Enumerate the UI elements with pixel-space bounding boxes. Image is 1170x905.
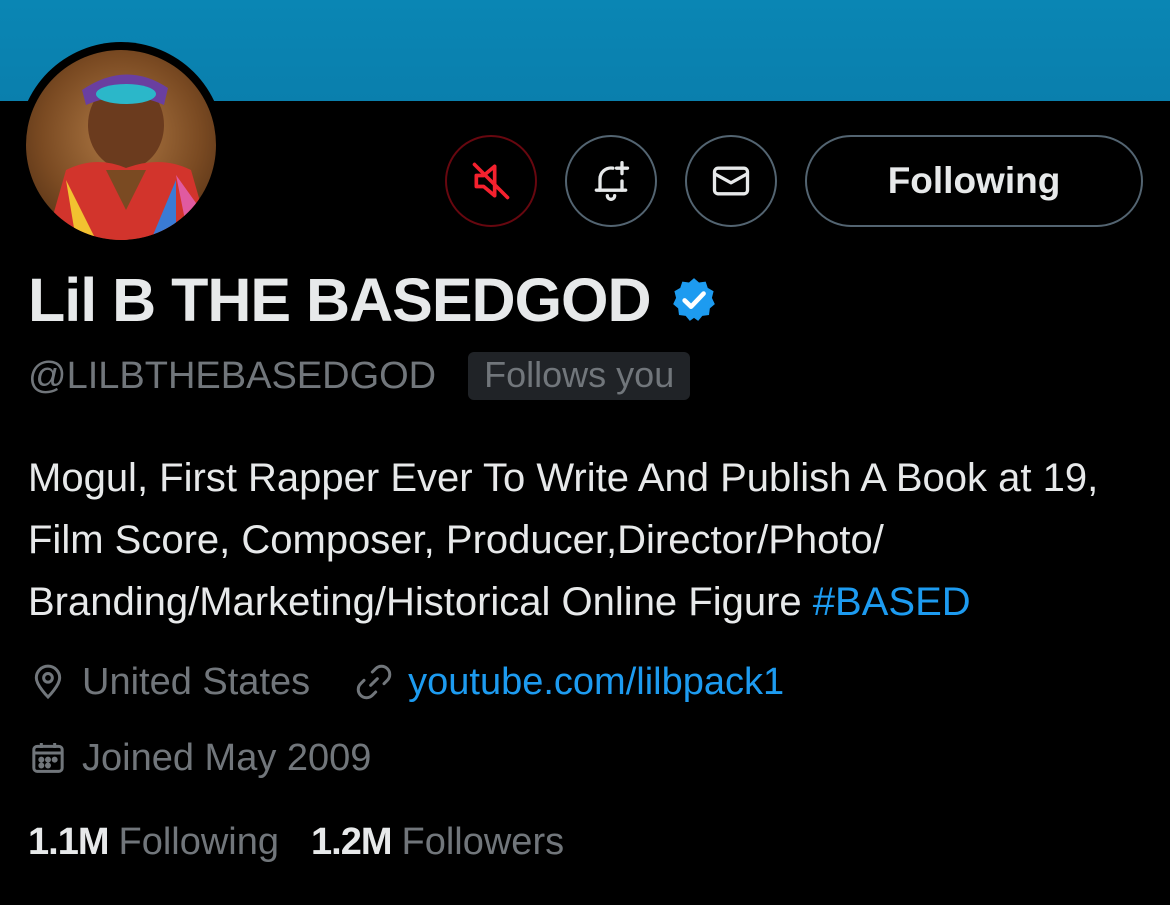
message-button[interactable] <box>685 135 777 227</box>
envelope-icon <box>712 166 750 196</box>
calendar-icon <box>32 743 64 773</box>
following-label: Following <box>118 820 280 863</box>
location-pin-icon <box>34 664 62 700</box>
followers-count: 1.2M <box>311 820 392 863</box>
following-stat[interactable]: 1.1M Following <box>28 821 279 864</box>
following-button[interactable]: Following <box>805 135 1143 227</box>
followers-stat[interactable]: 1.2M Followers <box>311 821 564 864</box>
following-count: 1.1M <box>28 820 109 863</box>
user-handle: @LILBTHEBASEDGOD <box>28 354 437 397</box>
location-text: United States <box>82 660 311 703</box>
follow-stats: 1.1M Following 1.2M Followers <box>28 815 564 869</box>
handle-row: @LILBTHEBASEDGOD Follows you <box>28 350 691 402</box>
followers-label: Followers <box>401 820 565 863</box>
bio-hashtag-link[interactable]: #BASED <box>813 580 971 624</box>
link-icon <box>356 664 392 700</box>
joined-date: Joined May 2009 <box>82 736 372 779</box>
display-name: Lil B THE BASEDGOD <box>28 266 652 334</box>
profile-meta-location-website: United States youtube.com/lilbpack1 <box>28 655 784 709</box>
website-link[interactable]: youtube.com/lilbpack1 <box>408 661 784 704</box>
profile-bio: Mogul, First Rapper Ever To Write And Pu… <box>28 447 1148 633</box>
profile-meta-joined: Joined May 2009 <box>28 731 371 785</box>
follows-you-badge: Follows you <box>468 352 691 400</box>
notifications-button[interactable] <box>565 135 657 227</box>
verified-badge-icon[interactable] <box>669 275 719 325</box>
profile-actions: Following <box>0 135 1170 231</box>
name-row: Lil B THE BASEDGOD <box>28 262 719 338</box>
muted-speaker-icon <box>472 162 510 200</box>
unmute-button[interactable] <box>445 135 537 227</box>
bell-plus-icon <box>594 161 630 201</box>
